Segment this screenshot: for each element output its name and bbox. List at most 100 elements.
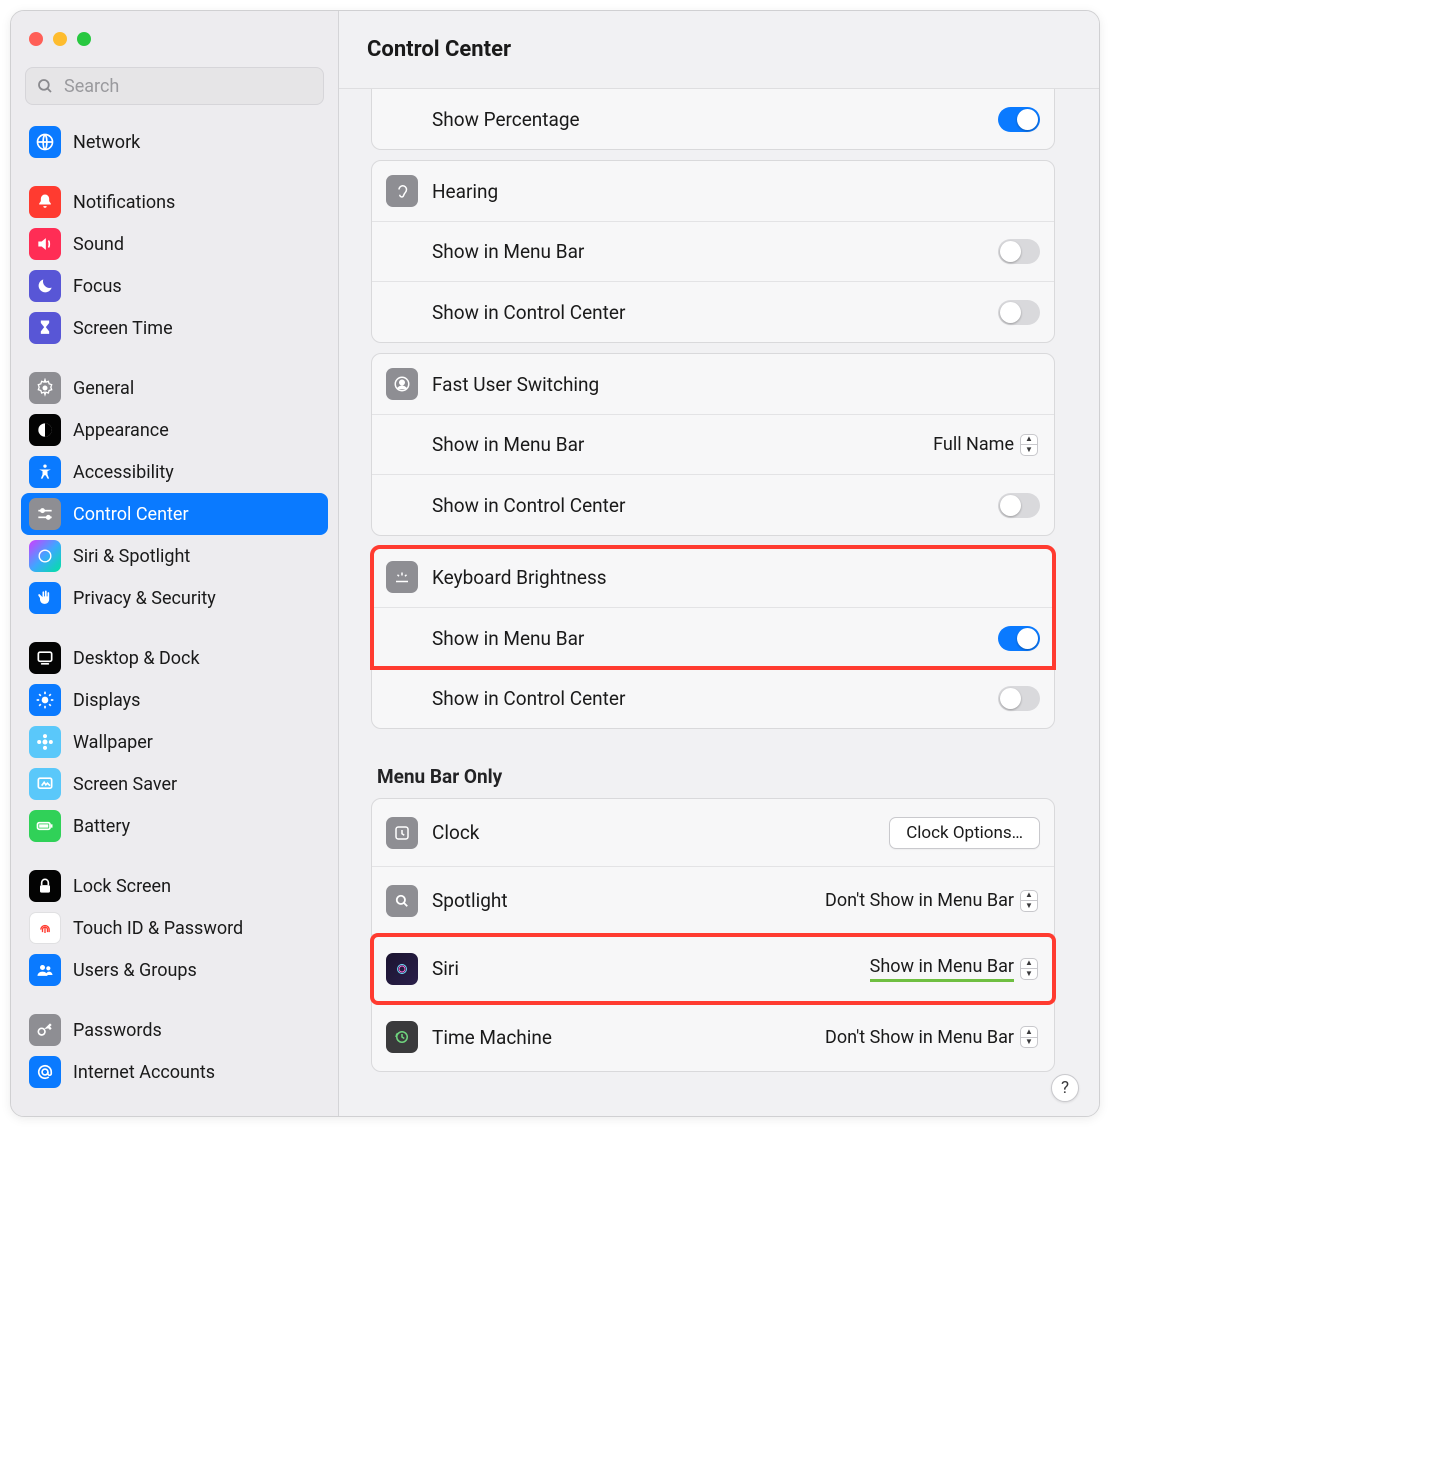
sidebar-item-label: Accessibility <box>73 462 174 483</box>
group-header-fast-user: Fast User Switching <box>372 354 1054 415</box>
sidebar: Network Notifications Sound Focus Screen… <box>11 11 339 1116</box>
sidebar-item-passwords[interactable]: Passwords <box>21 1009 328 1051</box>
speaker-icon <box>29 228 61 260</box>
sidebar-item-screen-saver[interactable]: Screen Saver <box>21 763 328 805</box>
sidebar-item-label: Network <box>73 132 140 153</box>
sidebar-item-label: Wallpaper <box>73 732 153 753</box>
time-machine-icon <box>386 1021 418 1053</box>
sidebar-item-label: Focus <box>73 276 122 297</box>
key-icon <box>29 1014 61 1046</box>
search-field[interactable] <box>25 67 324 105</box>
sidebar-item-label: Privacy & Security <box>73 588 216 609</box>
search-icon <box>36 77 54 95</box>
content-pane: Control Center Show Percentage Hearing <box>339 11 1099 1116</box>
row-label: Show in Control Center <box>432 494 998 517</box>
moon-icon <box>29 270 61 302</box>
sidebar-item-focus[interactable]: Focus <box>21 265 328 307</box>
lock-icon <box>29 870 61 902</box>
sidebar-item-appearance[interactable]: Appearance <box>21 409 328 451</box>
select-fast-user-menu[interactable]: Full Name ▲▼ <box>925 432 1040 458</box>
row-label: Clock <box>432 821 889 844</box>
row-label: Show in Control Center <box>432 687 998 710</box>
sidebar-item-sound[interactable]: Sound <box>21 223 328 265</box>
sidebar-item-label: Displays <box>73 690 140 711</box>
select-value: Full Name <box>933 434 1014 455</box>
clock-options-button[interactable]: Clock Options… <box>889 817 1040 849</box>
row-clock: Clock Clock Options… <box>372 799 1054 867</box>
group-header-hearing: Hearing <box>372 161 1054 222</box>
sidebar-item-label: Appearance <box>73 420 169 441</box>
toggle-keyboard-cc[interactable] <box>998 686 1040 711</box>
bell-icon <box>29 186 61 218</box>
sidebar-item-battery[interactable]: Battery <box>21 805 328 847</box>
help-button[interactable]: ? <box>1051 1074 1079 1102</box>
select-time-machine[interactable]: Don't Show in Menu Bar ▲▼ <box>817 1024 1040 1050</box>
sidebar-item-label: Users & Groups <box>73 960 197 981</box>
siri-icon <box>386 953 418 985</box>
select-spotlight[interactable]: Don't Show in Menu Bar ▲▼ <box>817 888 1040 914</box>
row-label: Show in Menu Bar <box>432 240 998 263</box>
sidebar-item-general[interactable]: General <box>21 367 328 409</box>
users-icon <box>29 954 61 986</box>
zoom-button[interactable] <box>77 32 91 46</box>
highlight-keyboard-brightness: Keyboard Brightness Show in Menu Bar <box>372 547 1054 668</box>
sidebar-item-siri-spotlight[interactable]: Siri & Spotlight <box>21 535 328 577</box>
close-button[interactable] <box>29 32 43 46</box>
sidebar-item-accessibility[interactable]: Accessibility <box>21 451 328 493</box>
sidebar-item-lock-screen[interactable]: Lock Screen <box>21 865 328 907</box>
row-siri: Siri Show in Menu Bar ▲▼ <box>372 935 1054 1003</box>
sidebar-item-label: Battery <box>73 816 130 837</box>
row-time-machine: Time Machine Don't Show in Menu Bar ▲▼ <box>372 1003 1054 1071</box>
toggle-hearing-cc[interactable] <box>998 300 1040 325</box>
gear-icon <box>29 372 61 404</box>
row-label: Show in Menu Bar <box>432 627 998 650</box>
row-spotlight: Spotlight Don't Show in Menu Bar ▲▼ <box>372 867 1054 935</box>
select-value: Don't Show in Menu Bar <box>825 890 1014 911</box>
toggle-fast-user-cc[interactable] <box>998 493 1040 518</box>
sidebar-item-privacy-security[interactable]: Privacy & Security <box>21 577 328 619</box>
toggle-hearing-menu[interactable] <box>998 239 1040 264</box>
system-settings-window: Network Notifications Sound Focus Screen… <box>10 10 1100 1117</box>
select-siri[interactable]: Show in Menu Bar ▲▼ <box>862 954 1040 984</box>
hand-icon <box>29 582 61 614</box>
minimize-button[interactable] <box>53 32 67 46</box>
hearing-group: Hearing Show in Menu Bar Show in Control… <box>371 160 1055 343</box>
spotlight-icon <box>386 885 418 917</box>
keyboard-brightness-icon <box>386 561 418 593</box>
sidebar-item-wallpaper[interactable]: Wallpaper <box>21 721 328 763</box>
row-keyboard-cc: Show in Control Center <box>372 668 1054 728</box>
toggle-keyboard-menu[interactable] <box>998 626 1040 651</box>
sidebar-item-users-groups[interactable]: Users & Groups <box>21 949 328 991</box>
row-label: Show in Control Center <box>432 301 998 324</box>
battery-icon <box>29 810 61 842</box>
flower-icon <box>29 726 61 758</box>
globe-icon <box>29 126 61 158</box>
sidebar-item-internet-accounts[interactable]: Internet Accounts <box>21 1051 328 1093</box>
battery-group-tail: Show Percentage <box>371 89 1055 150</box>
sidebar-item-desktop-dock[interactable]: Desktop & Dock <box>21 637 328 679</box>
sidebar-list[interactable]: Network Notifications Sound Focus Screen… <box>11 117 338 1116</box>
search-input[interactable] <box>62 75 313 98</box>
sidebar-item-label: Sound <box>73 234 124 255</box>
chevron-up-down-icon: ▲▼ <box>1020 958 1038 980</box>
page-header: Control Center <box>339 11 1099 89</box>
sidebar-item-notifications[interactable]: Notifications <box>21 181 328 223</box>
toggle-show-percentage[interactable] <box>998 107 1040 132</box>
row-label: Spotlight <box>432 889 817 912</box>
accessibility-icon <box>29 456 61 488</box>
group-title: Hearing <box>432 180 498 203</box>
sidebar-item-screen-time[interactable]: Screen Time <box>21 307 328 349</box>
sidebar-item-touch-id[interactable]: Touch ID & Password <box>21 907 328 949</box>
user-circle-icon <box>386 368 418 400</box>
sidebar-item-displays[interactable]: Displays <box>21 679 328 721</box>
content-scroll[interactable]: Show Percentage Hearing Show in Menu Bar <box>339 89 1099 1116</box>
sidebar-item-control-center[interactable]: Control Center <box>21 493 328 535</box>
sidebar-item-label: Siri & Spotlight <box>73 546 190 567</box>
sidebar-item-label: Screen Saver <box>73 774 177 795</box>
sidebar-item-network[interactable]: Network <box>21 121 328 163</box>
select-value: Don't Show in Menu Bar <box>825 1027 1014 1048</box>
group-title: Keyboard Brightness <box>432 566 607 589</box>
sidebar-item-label: Internet Accounts <box>73 1062 215 1083</box>
window-controls <box>11 11 338 67</box>
sidebar-item-label: Desktop & Dock <box>73 648 200 669</box>
